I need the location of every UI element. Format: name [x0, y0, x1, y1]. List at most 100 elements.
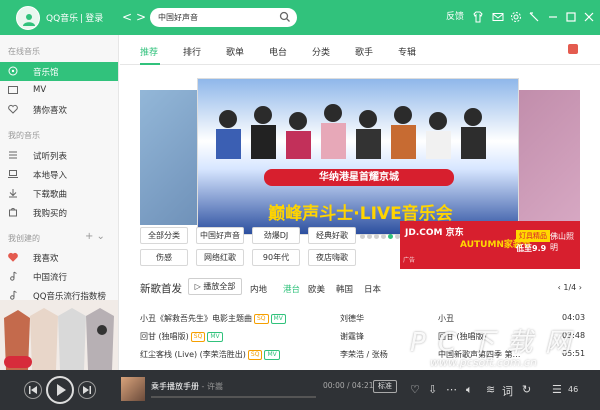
tab-radio[interactable]: 电台	[269, 45, 287, 58]
main-panel: 推荐 排行 歌单 电台 分类 歌手 专辑 华纳港星首耀京城 巅峰声斗士·LIVE…	[120, 35, 600, 370]
equalizer-icon[interactable]: ≋	[486, 383, 495, 396]
heart-icon	[8, 104, 18, 114]
banner-next-preview[interactable]	[510, 90, 580, 225]
category-chip-classics[interactable]: 经典好歌	[308, 227, 356, 244]
promo-image[interactable]	[0, 300, 118, 370]
carousel-dot[interactable]	[374, 234, 379, 239]
region-tab-mainland[interactable]: 内地	[250, 283, 267, 295]
song-row[interactable]: 回甘 (独唱版) SQ MV 谢霆锋 回甘 (独唱版) 03:48	[140, 329, 590, 345]
minimize-icon[interactable]	[547, 11, 559, 23]
sidebar-item-china-pop[interactable]: 中国流行	[0, 267, 118, 286]
play-all-button[interactable]: ▷ 播放全部	[188, 278, 242, 295]
song-duration: 05:51	[562, 349, 586, 358]
song-name[interactable]: 红尘客栈 (Live) (李荣浩胜出)	[140, 350, 246, 359]
song-album[interactable]: 中国新歌声第四季 第…	[438, 349, 521, 360]
gift-icon[interactable]	[568, 44, 578, 54]
tab-playlists[interactable]: 歌单	[226, 45, 244, 58]
mv-badge[interactable]: MV	[270, 314, 286, 324]
feedback-link[interactable]: 反馈	[446, 10, 464, 24]
category-chip-all[interactable]: 全部分类	[140, 227, 188, 244]
mv-badge[interactable]: MV	[207, 332, 223, 342]
carousel-dot[interactable]	[360, 234, 365, 239]
tab-charts[interactable]: 排行	[183, 45, 201, 58]
region-tab-japan[interactable]: 日本	[364, 283, 381, 295]
carousel-dot[interactable]	[367, 234, 372, 239]
song-name[interactable]: 小丑《解救吾先生》电影主题曲	[140, 314, 252, 323]
sidebar-item-purchased[interactable]: 我购买的	[0, 203, 118, 222]
progress-bar[interactable]	[151, 396, 316, 398]
mv-icon	[8, 86, 18, 94]
loop-icon[interactable]: ↻	[522, 383, 531, 396]
tab-categories[interactable]: 分类	[312, 45, 330, 58]
lyrics-button[interactable]: 词	[502, 383, 513, 399]
add-playlist-button[interactable]: + ⌄	[85, 231, 105, 242]
song-artist[interactable]: 李荣浩 / 张杨	[340, 349, 388, 360]
sidebar-item-favorites[interactable]: 我喜欢	[0, 248, 118, 267]
carousel-dot[interactable]	[381, 234, 386, 239]
banner-main[interactable]: 华纳港星首耀京城 巅峰声斗士·LIVE音乐会	[197, 78, 519, 235]
region-tab-korea[interactable]: 韩国	[336, 283, 353, 295]
avatar[interactable]	[16, 6, 40, 30]
sidebar-item-local-import[interactable]: 本地导入	[0, 165, 118, 184]
region-tab-western[interactable]: 欧美	[308, 283, 325, 295]
next-button[interactable]	[78, 381, 96, 399]
ad-tag: 灯具精品	[516, 230, 550, 242]
sidebar-item-downloads[interactable]: 下载歌曲	[0, 184, 118, 203]
category-chip-internet-hits[interactable]: 网络红歌	[196, 249, 244, 266]
pager-next-button[interactable]: ›	[579, 283, 582, 292]
sidebar-item-mv[interactable]: MV	[0, 81, 118, 100]
song-row[interactable]: 红尘客栈 (Live) (李荣浩胜出) SQ MV 李荣浩 / 张杨 中国新歌声第四…	[140, 347, 590, 363]
song-duration: 04:03	[562, 313, 586, 322]
playlist-icon[interactable]: ☰	[552, 383, 562, 396]
category-chip-club[interactable]: 夜店嗨歌	[308, 249, 356, 266]
song-artist[interactable]: 谢霆锋	[340, 331, 364, 342]
close-icon[interactable]	[583, 11, 595, 23]
sidebar-item-trial-list[interactable]: 试听列表	[0, 146, 118, 165]
song-row[interactable]: 小丑《解救吾先生》电影主题曲 SQ MV 刘德华 小丑 04:03	[140, 311, 590, 327]
search-input[interactable]	[158, 11, 276, 24]
download-icon[interactable]: ⇩	[428, 383, 437, 396]
jd-ad-banner[interactable]: JD.COM 京东 AUTUMN家装节 灯具精品 低至9.9 佛山照明 广告	[400, 221, 580, 269]
sidebar-item-guess-you-like[interactable]: 猜你喜欢	[0, 100, 118, 119]
song-artist[interactable]: 刘德华	[340, 313, 364, 324]
more-icon[interactable]: ⋯	[446, 383, 457, 396]
mv-badge[interactable]: MV	[264, 350, 280, 360]
maximize-icon[interactable]	[565, 11, 577, 23]
quality-button[interactable]: 标准	[373, 380, 397, 393]
album-cover[interactable]	[121, 377, 145, 401]
mini-mode-icon[interactable]	[528, 11, 540, 23]
now-playing-artist[interactable]: 许嵩	[207, 382, 223, 391]
play-button[interactable]	[46, 376, 74, 404]
volume-icon[interactable]: 🔈︎	[466, 383, 473, 397]
login-link[interactable]: 登录	[85, 14, 103, 24]
title-bar: QQ音乐|登录 < > 反馈	[0, 0, 600, 35]
playback-time: 00:00 / 04:21	[323, 381, 374, 390]
song-album[interactable]: 回甘 (独唱版)	[438, 331, 487, 342]
sidebar-item-music-hall[interactable]: 音乐馆	[0, 62, 118, 81]
forward-button[interactable]: >	[136, 10, 146, 24]
carousel-dot-active[interactable]	[388, 234, 393, 239]
previous-button[interactable]	[24, 381, 42, 399]
tab-recommend[interactable]: 推荐	[140, 45, 158, 58]
now-playing-track[interactable]: 乘手播放手册	[151, 382, 199, 391]
category-chip-voice-china[interactable]: 中国好声音	[196, 227, 244, 244]
tab-albums[interactable]: 专辑	[398, 45, 416, 58]
settings-icon[interactable]	[510, 11, 522, 23]
skin-icon[interactable]	[472, 11, 484, 23]
search-box[interactable]	[150, 8, 297, 27]
banner-carousel[interactable]: 华纳港星首耀京城 巅峰声斗士·LIVE音乐会	[140, 73, 580, 245]
category-chip-sad[interactable]: 伤感	[140, 249, 188, 266]
back-button[interactable]: <	[122, 10, 132, 24]
category-chip-90s[interactable]: 90年代	[252, 249, 300, 266]
tab-singers[interactable]: 歌手	[355, 45, 373, 58]
region-tab-hk-tw[interactable]: 港台	[283, 283, 300, 295]
pager-text: 1/4	[563, 283, 577, 292]
mail-icon[interactable]	[492, 11, 504, 23]
like-icon[interactable]: ♡	[410, 383, 420, 396]
search-icon[interactable]	[279, 11, 291, 23]
sidebar-item-label: 猜你喜欢	[33, 106, 68, 116]
category-chip-dj[interactable]: 劲爆DJ	[252, 227, 300, 244]
song-album[interactable]: 小丑	[438, 313, 454, 324]
song-name[interactable]: 回甘 (独唱版)	[140, 332, 189, 341]
pager-prev-button[interactable]: ‹	[558, 283, 561, 292]
